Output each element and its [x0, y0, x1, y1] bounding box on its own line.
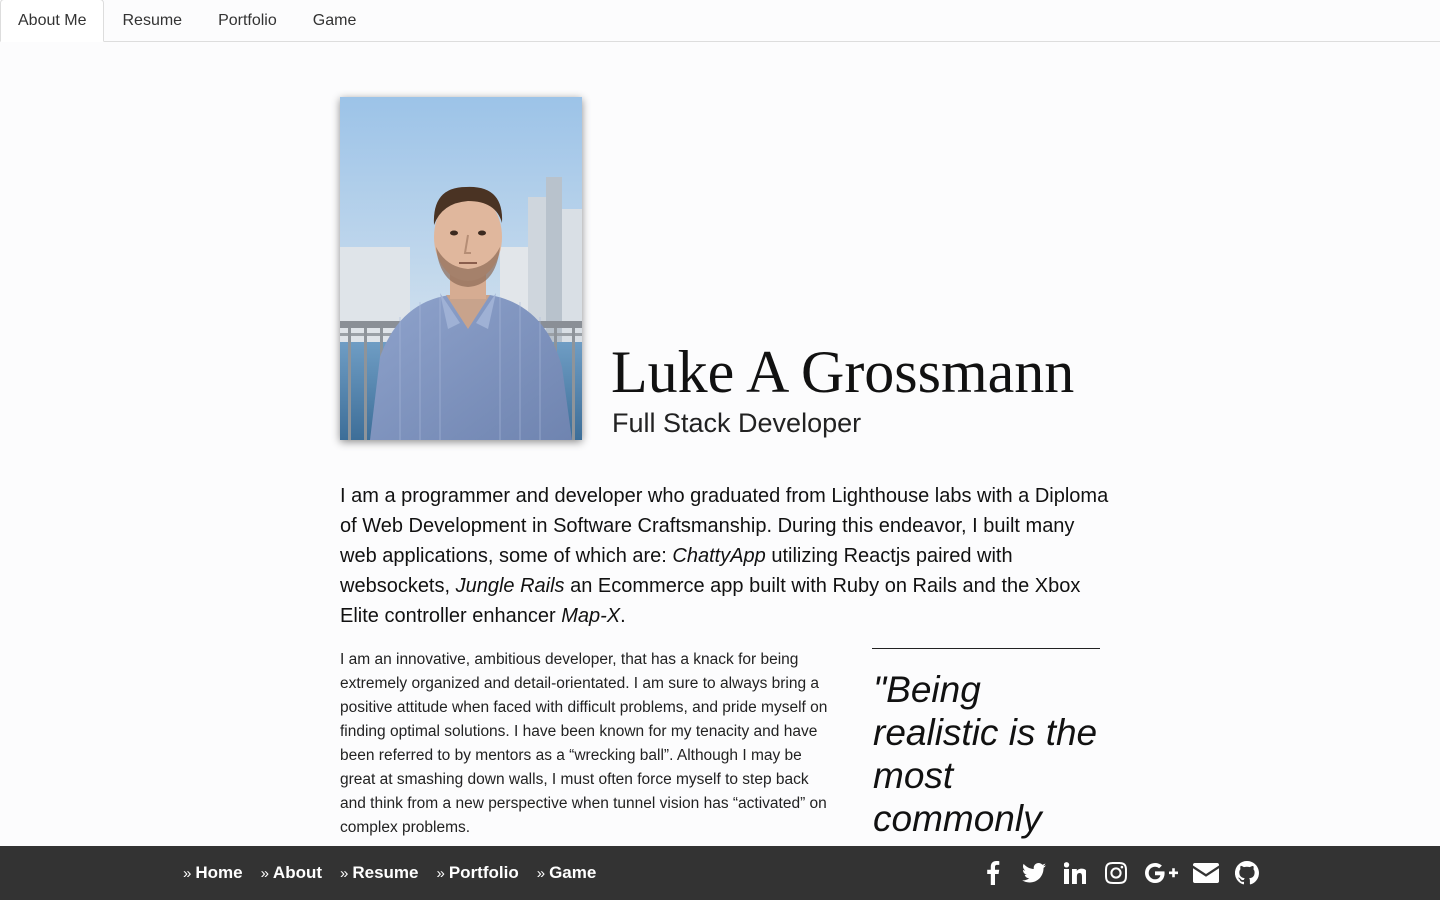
google-plus-icon[interactable] — [1144, 860, 1178, 886]
footer-link-label: Game — [549, 863, 597, 882]
envelope-icon[interactable] — [1193, 860, 1219, 886]
footer-link-about[interactable]: » About — [261, 863, 322, 883]
footer-bar: » Home » About » Resume » Portfolio » Game — [0, 846, 1440, 900]
linkedin-icon[interactable] — [1062, 860, 1088, 886]
footer-link-portfolio[interactable]: » Portfolio — [437, 863, 519, 883]
instagram-icon[interactable] — [1103, 860, 1129, 886]
tab-label: Game — [312, 11, 357, 29]
facebook-icon[interactable] — [980, 860, 1006, 886]
footer-link-label: Portfolio — [448, 863, 519, 882]
footer-link-label: Resume — [352, 863, 419, 882]
top-tabs: About Me Resume Portfolio Game — [0, 0, 1440, 42]
tab-game[interactable]: Game — [295, 0, 375, 41]
intro-paragraph: I am a programmer and developer who grad… — [340, 481, 1110, 631]
pull-quote: "Being realistic is the most commonly — [873, 669, 1098, 839]
footer-link-label: Home — [195, 863, 243, 882]
project-chattyapp: ChattyApp — [672, 545, 766, 567]
tab-label: Resume — [122, 11, 183, 29]
chevron-right-icon: » — [183, 864, 192, 882]
chevron-right-icon: » — [536, 864, 546, 882]
quote-divider — [872, 648, 1100, 649]
tab-label: Portfolio — [218, 11, 277, 29]
tab-label: About Me — [18, 11, 87, 29]
profile-role: Full Stack Developer — [612, 408, 862, 438]
social-links — [965, 846, 1260, 900]
footer-nav: » Home » About » Resume » Portfolio » Game — [183, 846, 614, 900]
tab-portfolio[interactable]: Portfolio — [200, 0, 295, 41]
footer-link-label: About — [272, 863, 323, 882]
profile-photo — [340, 97, 582, 440]
footer-link-home[interactable]: » Home — [183, 863, 243, 883]
project-map-x: Map-X — [561, 605, 621, 627]
bio-paragraph: I am an innovative, ambitious developer,… — [340, 651, 828, 836]
tab-resume[interactable]: Resume — [104, 0, 200, 41]
footer-link-game[interactable]: » Game — [537, 863, 597, 883]
github-icon[interactable] — [1234, 860, 1260, 886]
chevron-right-icon: » — [340, 864, 349, 882]
tab-about-me[interactable]: About Me — [0, 0, 105, 42]
project-jungle-rails: Jungle Rails — [455, 575, 565, 597]
intro-text: . — [620, 605, 626, 627]
footer-link-resume[interactable]: » Resume — [340, 863, 418, 883]
twitter-icon[interactable] — [1021, 860, 1047, 886]
chevron-right-icon: » — [436, 864, 445, 882]
profile-name: Luke A Grossmann — [611, 339, 1075, 405]
profile-photo-image — [340, 97, 582, 440]
chevron-right-icon: » — [260, 864, 269, 882]
